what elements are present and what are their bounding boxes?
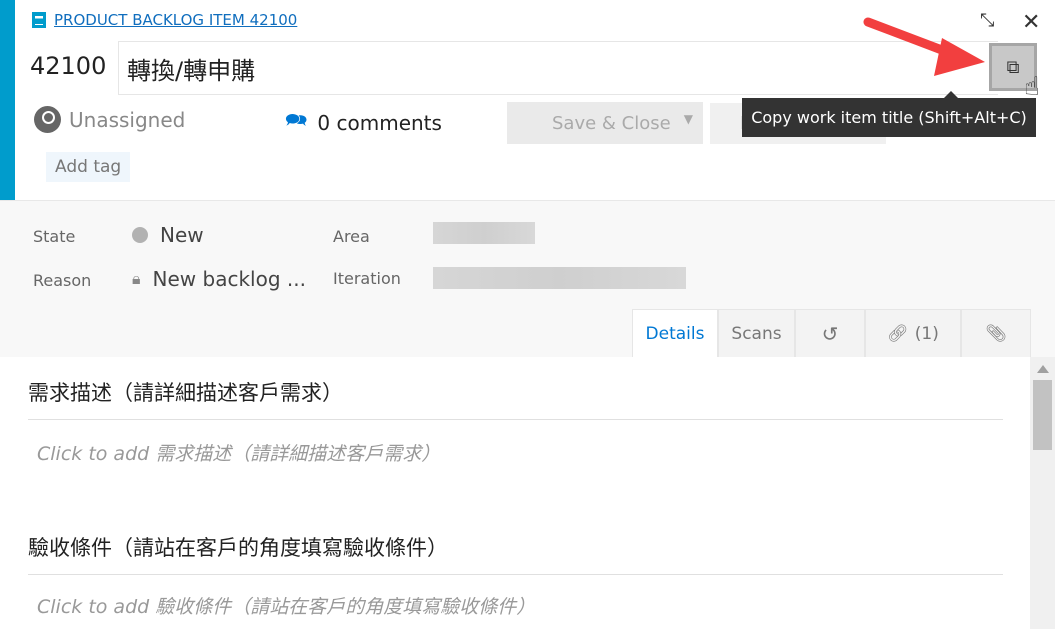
tab-details[interactable]: Details: [632, 309, 718, 357]
lock-icon: 🔒︎: [132, 269, 141, 288]
details-content: 需求描述（請詳細描述客戶需求） Click to add 需求描述（請詳細描述客…: [0, 357, 1030, 629]
close-icon[interactable]: ✕: [1022, 10, 1040, 35]
section-title: 驗收條件（請站在客戶的角度填寫驗收條件）: [28, 532, 1003, 575]
minimize-icon[interactable]: ⤡: [980, 10, 994, 31]
section-title: 需求描述（請詳細描述客戶需求）: [28, 377, 1003, 420]
add-tag-button[interactable]: Add tag: [46, 152, 131, 182]
acceptance-criteria-editor[interactable]: Click to add 驗收條件（請站在客戶的角度填寫驗收條件）: [37, 592, 535, 619]
chevron-down-icon[interactable]: ▼: [684, 112, 693, 126]
reason-value: New backlog ...: [152, 267, 306, 291]
tab-bar: Details Scans ↺ 🔗︎ (1) 📎︎: [632, 309, 1031, 357]
reason-label: Reason: [33, 271, 92, 290]
backlog-item-icon: [32, 12, 46, 28]
assigned-to-picker[interactable]: Unassigned: [34, 106, 185, 133]
scrollbar[interactable]: [1030, 357, 1055, 629]
state-value: New: [160, 223, 204, 247]
tab-history[interactable]: ↺: [795, 309, 865, 357]
copy-icon: ⧉: [1006, 56, 1020, 78]
comments-link[interactable]: 🗪 0 comments: [285, 108, 442, 138]
scroll-up-icon[interactable]: [1037, 365, 1049, 373]
iteration-label: Iteration: [333, 269, 401, 288]
description-editor[interactable]: Click to add 需求描述（請詳細描述客戶需求）: [37, 439, 440, 466]
scroll-thumb[interactable]: [1033, 380, 1052, 450]
state-field[interactable]: New: [132, 223, 204, 247]
tab-attachments[interactable]: 📎︎: [961, 309, 1031, 357]
assigned-to-label: Unassigned: [69, 107, 186, 132]
tab-scans[interactable]: Scans: [718, 309, 795, 357]
area-field[interactable]: [433, 222, 535, 244]
tooltip: Copy work item title (Shift+Alt+C): [742, 91, 1036, 137]
comment-icon: 🗪: [285, 110, 308, 131]
title-input[interactable]: 轉換/轉申購: [118, 41, 998, 95]
save-close-label: Save & Close: [552, 112, 671, 134]
work-item-id: 42100: [30, 52, 107, 80]
work-item-type-link[interactable]: PRODUCT BACKLOG ITEM 42100: [32, 11, 297, 29]
iteration-field[interactable]: [433, 267, 686, 289]
tab-links[interactable]: 🔗︎ (1): [865, 309, 961, 357]
comments-count: 0 comments: [317, 111, 442, 135]
state-dot-icon: [132, 227, 148, 243]
paperclip-icon: 📎︎: [985, 323, 1007, 344]
link-icon: 🔗︎: [887, 323, 909, 344]
area-label: Area: [333, 227, 370, 246]
history-icon: ↺: [821, 321, 839, 346]
work-item-type-label: PRODUCT BACKLOG ITEM 42100: [54, 11, 298, 29]
links-count: (1): [914, 323, 939, 344]
save-close-button[interactable]: Save & Close ▼: [507, 102, 703, 144]
state-label: State: [33, 227, 76, 246]
hand-cursor-icon: ☝: [1024, 72, 1040, 102]
work-item-color-bar: [0, 0, 15, 200]
avatar: [34, 106, 61, 133]
reason-field[interactable]: 🔒︎ New backlog ...: [132, 267, 306, 291]
